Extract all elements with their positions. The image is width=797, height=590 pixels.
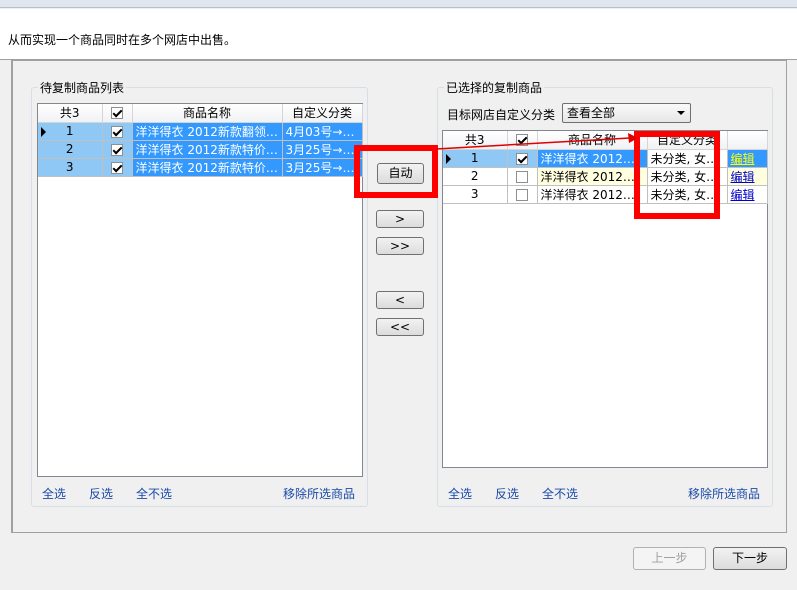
row-checkbox[interactable]	[516, 152, 528, 165]
row-checkbox[interactable]	[516, 170, 528, 183]
row-number: 2	[38, 140, 103, 159]
right-col-count: 共3	[443, 131, 508, 150]
left-grid-header: 共3 商品名称 自定义分类	[38, 104, 363, 123]
left-panel-title: 待复制商品列表	[38, 79, 127, 96]
table-row[interactable]: 2 洋洋得衣 2012… 未分类, 女… 编辑	[443, 167, 768, 186]
move-right-button[interactable]: >	[376, 210, 424, 228]
row-number: 3	[443, 185, 508, 204]
prev-step-button[interactable]: 上一步	[633, 547, 706, 570]
filter-label: 目标网店自定义分类	[447, 108, 556, 122]
row-checkbox[interactable]	[111, 125, 123, 138]
table-row[interactable]: 3 洋洋得衣 2012… 未分类, 女… 编辑	[443, 185, 768, 204]
intro-text: 从而实现一个商品同时在多个网店中出售。	[8, 33, 237, 47]
category-filter-select[interactable]: 查看全部	[562, 103, 691, 123]
row-checkbox[interactable]	[111, 161, 123, 174]
row-category: 4月03号→…	[282, 122, 363, 141]
row-number: 2	[443, 167, 508, 186]
auto-button[interactable]: 自动	[377, 163, 424, 184]
chevron-down-icon	[677, 111, 685, 115]
left-grid[interactable]: 共3 商品名称 自定义分类 1 洋洋得衣 2012新款翻领… 4月03号→… 2…	[37, 103, 363, 477]
row-checkbox[interactable]	[111, 143, 123, 156]
current-row-arrow-icon	[446, 153, 451, 164]
left-invert-link[interactable]: 反选	[89, 485, 113, 502]
next-step-button[interactable]: 下一步	[713, 547, 787, 570]
row-product-name: 洋洋得衣 2012新款翻领…	[132, 122, 283, 141]
edit-link[interactable]: 编辑	[731, 170, 755, 184]
row-number: 3	[38, 158, 103, 177]
left-col-category: 自定义分类	[282, 104, 363, 123]
left-col-name: 商品名称	[132, 104, 283, 123]
row-category: 未分类, 女…	[647, 149, 728, 168]
move-left-button[interactable]: <	[376, 291, 424, 309]
row-category: 未分类, 女…	[647, 167, 728, 186]
right-col-category: 自定义分类	[647, 131, 728, 150]
right-select-none-link[interactable]: 全不选	[542, 485, 578, 502]
row-number: 1	[65, 124, 74, 138]
table-row[interactable]: 2 洋洋得衣 2012新款特价… 3月25号→…	[38, 140, 363, 159]
row-product-name: 洋洋得衣 2012…	[537, 185, 648, 204]
right-remove-selected-link[interactable]: 移除所选商品	[688, 485, 760, 502]
right-header-checkbox[interactable]	[516, 134, 528, 147]
move-all-left-button[interactable]: <<	[376, 318, 424, 336]
right-col-edit	[727, 131, 768, 150]
row-category: 未分类, 女…	[647, 185, 728, 204]
right-col-check[interactable]	[507, 131, 538, 150]
table-row[interactable]: 3 洋洋得衣 2012新款特价… 3月25号→…	[38, 158, 363, 177]
right-select-all-link[interactable]: 全选	[448, 485, 472, 502]
right-invert-link[interactable]: 反选	[495, 485, 519, 502]
right-grid[interactable]: 共3 商品名称 自定义分类 1 洋洋得衣 2012… 未分类, 女… 编辑 2 …	[442, 130, 768, 468]
left-select-all-link[interactable]: 全选	[42, 485, 66, 502]
edit-link[interactable]: 编辑	[731, 188, 755, 202]
move-all-right-button[interactable]: >>	[376, 237, 424, 255]
right-col-name: 商品名称	[537, 131, 648, 150]
row-category: 3月25号→…	[282, 158, 363, 177]
right-grid-header: 共3 商品名称 自定义分类	[443, 131, 768, 150]
left-remove-selected-link[interactable]: 移除所选商品	[283, 485, 355, 502]
category-filter-value: 查看全部	[567, 106, 616, 120]
table-row[interactable]: 1 洋洋得衣 2012新款翻领… 4月03号→…	[38, 122, 363, 141]
row-product-name: 洋洋得衣 2012…	[537, 149, 648, 168]
row-checkbox[interactable]	[516, 188, 528, 201]
left-select-none-link[interactable]: 全不选	[136, 485, 172, 502]
left-edge-panel	[0, 60, 12, 533]
left-header-checkbox[interactable]	[111, 107, 123, 120]
left-col-check[interactable]	[102, 104, 133, 123]
intro-area: 从而实现一个商品同时在多个网店中出售。	[0, 9, 797, 60]
edit-link[interactable]: 编辑	[731, 152, 755, 166]
row-product-name: 洋洋得衣 2012新款特价…	[132, 158, 283, 177]
window-top-strip	[0, 0, 797, 8]
right-panel-title: 已选择的复制商品	[444, 79, 545, 96]
left-col-count: 共3	[38, 104, 103, 123]
row-category: 3月25号→…	[282, 140, 363, 159]
table-row[interactable]: 1 洋洋得衣 2012… 未分类, 女… 编辑	[443, 149, 768, 168]
row-product-name: 洋洋得衣 2012…	[537, 167, 648, 186]
current-row-arrow-icon	[41, 126, 46, 137]
row-product-name: 洋洋得衣 2012新款特价…	[132, 140, 283, 159]
row-number: 1	[470, 151, 479, 165]
